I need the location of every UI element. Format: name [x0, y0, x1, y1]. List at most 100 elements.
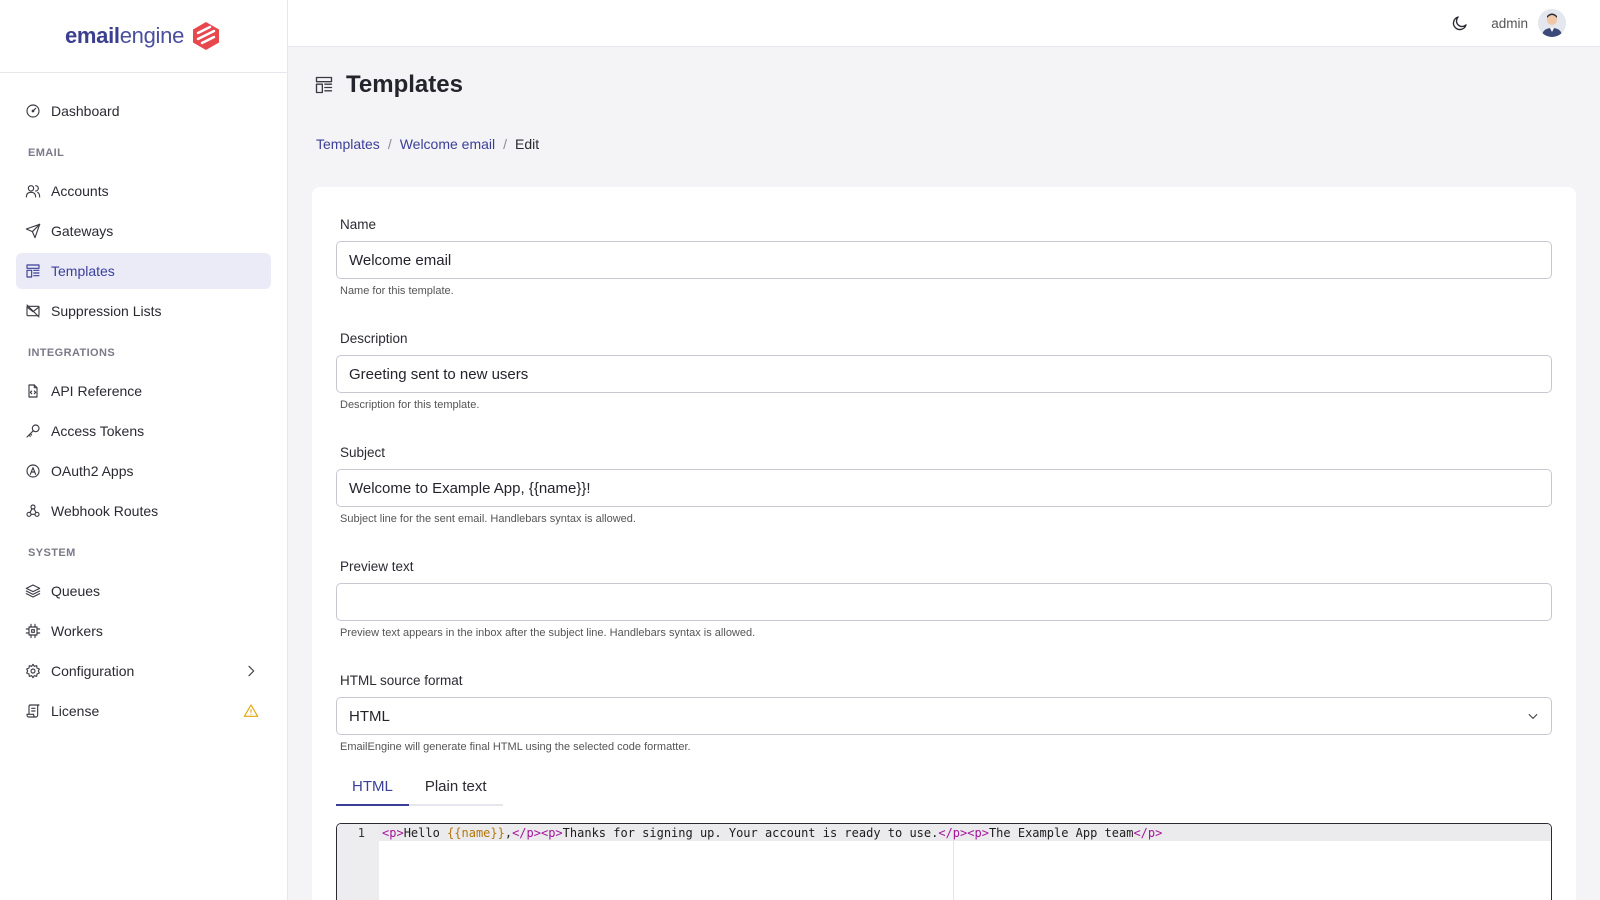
code-line: <p>Hello {{name}},</p><p>Thanks for sign… — [382, 824, 1162, 842]
sidebar-item-queues[interactable]: Queues — [16, 573, 271, 609]
subject-input[interactable]: Welcome to Example App, {{name}}! — [336, 469, 1552, 507]
name-field-group: Name Welcome email Name for this templat… — [336, 217, 1552, 297]
format-select-wrapper: HTML — [336, 697, 1552, 735]
sidebar-item-label: OAuth2 Apps — [51, 463, 134, 479]
breadcrumb-templates[interactable]: Templates — [316, 136, 380, 152]
avatar[interactable] — [1538, 9, 1566, 37]
breadcrumb-separator: / — [387, 136, 392, 152]
logo-mark-icon — [193, 22, 220, 50]
sidebar-item-label: Accounts — [51, 183, 109, 199]
editor-gutter: 1 — [337, 824, 379, 900]
license-icon — [26, 704, 40, 718]
sidebar-item-label: Queues — [51, 583, 101, 599]
sidebar-item-configuration[interactable]: Configuration — [16, 653, 271, 689]
preview-text-field-group: Preview text Preview text appears in the… — [336, 559, 1552, 639]
users-icon — [25, 185, 41, 198]
subject-field-group: Subject Welcome to Example App, {{name}}… — [336, 445, 1552, 525]
sidebar-item-label: Webhook Routes — [51, 503, 159, 519]
sidebar-item-workers[interactable]: Workers — [16, 613, 271, 649]
brand-a-icon — [26, 464, 40, 478]
expand-indicator — [243, 663, 259, 682]
sidebar-item-suppression-lists[interactable]: Suppression Lists — [16, 293, 271, 329]
sidebar-item-templates[interactable]: Templates — [16, 253, 271, 289]
subject-label: Subject — [340, 445, 386, 460]
sidebar-item-label: License — [51, 703, 100, 719]
subject-help: Subject line for the sent email. Handleb… — [340, 513, 636, 525]
description-label: Description — [340, 331, 408, 346]
chevron-down-icon — [1528, 713, 1538, 720]
page-title: Templates — [346, 71, 463, 98]
line-number: 1 — [357, 826, 365, 840]
sidebar-item-label: Gateways — [51, 223, 114, 239]
code-editor[interactable]: 1 <p>Hello {{name}},</p><p>Thanks for si… — [336, 823, 1552, 900]
stack-icon — [25, 584, 41, 598]
preview-text-label: Preview text — [340, 559, 414, 574]
sidebar-item-dashboard[interactable]: Dashboard — [16, 93, 271, 129]
code-token: Hello — [403, 826, 448, 840]
main-content: Templates Templates / Welcome email / Ed… — [288, 47, 1600, 900]
tab-plain-text[interactable]: Plain text — [409, 770, 503, 804]
format-label: HTML source format — [340, 673, 463, 688]
format-field-group: HTML source format HTML EmailEngine will… — [336, 673, 1552, 753]
template-icon — [315, 76, 333, 94]
breadcrumb-separator: / — [503, 136, 508, 152]
description-help: Description for this template. — [340, 399, 480, 411]
user-avatar-icon — [1538, 9, 1566, 37]
moon-icon — [1453, 16, 1467, 31]
sidebar-item-gateways[interactable]: Gateways — [16, 213, 271, 249]
logo-text: emailengine — [64, 23, 185, 48]
dashboard-gauge-icon — [26, 104, 40, 118]
breadcrumb: Templates / Welcome email / Edit — [316, 136, 539, 152]
preview-text-help: Preview text appears in the inbox after … — [340, 627, 756, 639]
app-logo[interactable]: emailengine — [0, 0, 287, 73]
chevron-right-icon — [248, 665, 255, 677]
editor-tabs: HTML Plain text — [336, 770, 503, 806]
format-help: EmailEngine will generate final HTML usi… — [340, 741, 691, 753]
name-input[interactable]: Welcome email — [336, 241, 1552, 279]
breadcrumb-current: Edit — [515, 136, 540, 152]
sidebar-item-webhook-routes[interactable]: Webhook Routes — [16, 493, 271, 529]
name-help: Name for this template. — [340, 285, 454, 297]
code-token: {{name}} — [447, 826, 505, 840]
code-token: Thanks for signing up. Your account is r… — [562, 826, 939, 840]
username[interactable]: admin — [1491, 16, 1528, 31]
code-token: <p> — [540, 826, 563, 840]
sidebar-item-label: Suppression Lists — [51, 303, 162, 319]
breadcrumb-welcome-email[interactable]: Welcome email — [400, 136, 495, 152]
key-icon — [26, 424, 40, 438]
description-input[interactable]: Greeting sent to new users — [336, 355, 1552, 393]
send-icon — [25, 223, 41, 239]
sidebar-item-accounts[interactable]: Accounts — [16, 173, 271, 209]
sidebar-item-label: API Reference — [51, 383, 143, 399]
sidebar-item-api-reference[interactable]: API Reference — [16, 373, 271, 409]
sidebar-section-integrations: INTEGRATIONS — [28, 347, 116, 359]
sidebar-item-label: Configuration — [51, 663, 135, 679]
code-token: <p> — [382, 826, 404, 840]
code-token: </p> — [1133, 826, 1163, 840]
sidebar: emailengine Dashboard EMAIL Accounts Gat… — [0, 0, 288, 900]
dark-mode-toggle[interactable] — [1451, 14, 1469, 32]
license-warning — [243, 703, 259, 722]
preview-text-input[interactable] — [336, 583, 1552, 621]
sidebar-item-access-tokens[interactable]: Access Tokens — [16, 413, 271, 449]
format-select[interactable]: HTML — [336, 697, 1552, 735]
sidebar-item-label: Access Tokens — [51, 423, 145, 439]
sidebar-nav: Dashboard EMAIL Accounts Gateways Templa… — [0, 73, 287, 729]
cpu-icon — [25, 623, 41, 639]
top-bar: admin — [288, 0, 1600, 47]
sidebar-item-label: Workers — [51, 623, 103, 639]
sidebar-item-label: Templates — [51, 263, 115, 279]
alert-triangle-icon — [243, 704, 259, 717]
sidebar-section-system: SYSTEM — [28, 547, 76, 559]
code-token: </p> — [512, 826, 541, 840]
mail-off-icon — [26, 304, 40, 318]
webhook-icon — [26, 504, 40, 517]
name-label: Name — [340, 217, 377, 232]
template-icon — [26, 264, 40, 278]
tab-html[interactable]: HTML — [336, 770, 409, 806]
page-header: Templates — [314, 71, 463, 99]
description-field-group: Description Greeting sent to new users D… — [336, 331, 1552, 411]
sidebar-item-oauth2-apps[interactable]: OAuth2 Apps — [16, 453, 271, 489]
sidebar-item-license[interactable]: License — [16, 693, 271, 729]
file-code-icon — [28, 384, 38, 398]
